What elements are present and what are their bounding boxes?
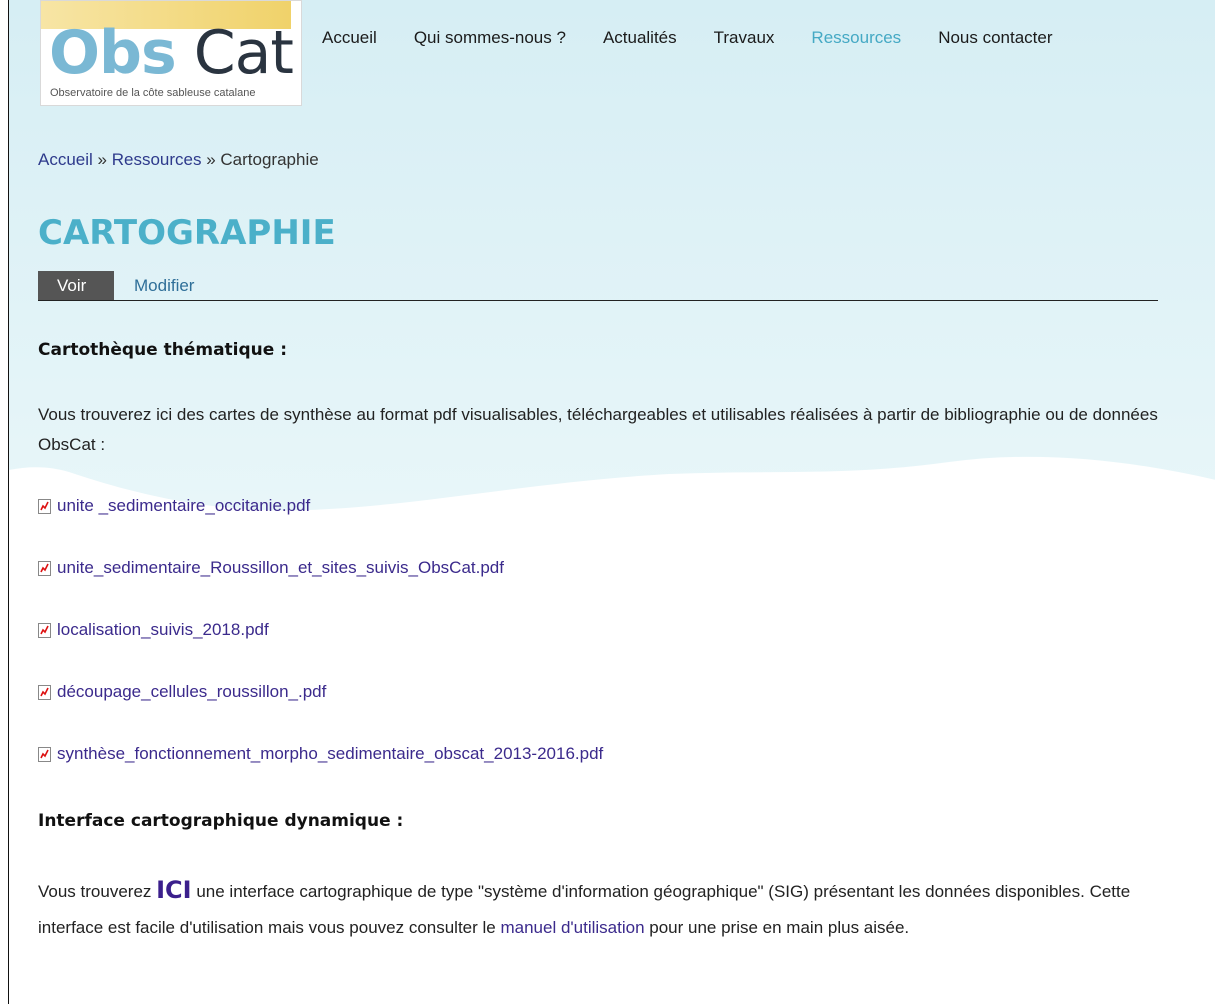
nav-item-accueil[interactable]: Accueil bbox=[322, 28, 377, 48]
logo-title-cat: Cat bbox=[193, 18, 294, 88]
cartotheque-heading: Cartothèque thématique : bbox=[38, 340, 288, 360]
logo-title-obs: Obs bbox=[49, 18, 177, 88]
breadcrumb-home-link[interactable]: Accueil bbox=[38, 150, 93, 169]
interface-heading: Interface cartographique dynamique : bbox=[38, 811, 404, 831]
breadcrumb-current: Cartographie bbox=[220, 150, 319, 169]
file-link[interactable]: localisation_suivis_2018.pdf bbox=[57, 620, 269, 640]
file-link[interactable]: découpage_cellules_roussillon_.pdf bbox=[57, 682, 326, 702]
page-frame: Obs Cat Observatoire de la côte sableuse… bbox=[8, 0, 1215, 1004]
page-title: CARTOGRAPHIE bbox=[38, 213, 336, 253]
interface-text: Vous trouverez bbox=[38, 882, 157, 901]
file-item: synthèse_fonctionnement_morpho_sedimenta… bbox=[38, 744, 603, 764]
nav-item-ressources[interactable]: Ressources bbox=[811, 28, 901, 48]
cartotheque-intro: Vous trouverez ici des cartes de synthès… bbox=[38, 405, 1158, 454]
pdf-file-icon bbox=[38, 684, 51, 700]
breadcrumb-separator: » bbox=[201, 150, 221, 169]
file-item: unite _sedimentaire_occitanie.pdf bbox=[38, 496, 310, 516]
file-link[interactable]: synthèse_fonctionnement_morpho_sedimenta… bbox=[57, 744, 603, 764]
interface-text: pour une prise en main plus aisée. bbox=[644, 918, 910, 937]
file-link[interactable]: unite_sedimentaire_Roussillon_et_sites_s… bbox=[57, 558, 504, 578]
nav-item-actualites[interactable]: Actualités bbox=[603, 28, 677, 48]
local-tabs: Voir Modifier bbox=[38, 271, 1158, 301]
file-link[interactable]: unite _sedimentaire_occitanie.pdf bbox=[57, 496, 310, 516]
file-item: localisation_suivis_2018.pdf bbox=[38, 620, 269, 640]
nav-item-travaux[interactable]: Travaux bbox=[714, 28, 775, 48]
file-item: unite_sedimentaire_Roussillon_et_sites_s… bbox=[38, 558, 504, 578]
tab-voir[interactable]: Voir bbox=[38, 271, 114, 300]
tab-modifier[interactable]: Modifier bbox=[134, 271, 194, 300]
interface-paragraph: Vous trouverez ICI une interface cartogr… bbox=[38, 872, 1158, 946]
pdf-file-icon bbox=[38, 622, 51, 638]
page-content: Obs Cat Observatoire de la côte sableuse… bbox=[9, 0, 1215, 1004]
pdf-file-icon bbox=[38, 498, 51, 514]
site-logo[interactable]: Obs Cat Observatoire de la côte sableuse… bbox=[40, 0, 302, 106]
ici-link[interactable]: ICI bbox=[156, 876, 191, 904]
pdf-file-icon bbox=[38, 746, 51, 762]
logo-subtitle: Observatoire de la côte sableuse catalan… bbox=[50, 87, 256, 99]
manual-link[interactable]: manuel d'utilisation bbox=[500, 918, 644, 937]
file-item: découpage_cellules_roussillon_.pdf bbox=[38, 682, 326, 702]
breadcrumb: Accueil » Ressources » Cartographie bbox=[38, 150, 319, 170]
logo-title: Obs Cat bbox=[49, 18, 294, 88]
main-nav: Accueil Qui sommes-nous ? Actualités Tra… bbox=[322, 28, 1090, 48]
breadcrumb-ressources-link[interactable]: Ressources bbox=[112, 150, 202, 169]
nav-item-qui-sommes-nous[interactable]: Qui sommes-nous ? bbox=[414, 28, 566, 48]
pdf-file-icon bbox=[38, 560, 51, 576]
breadcrumb-separator: » bbox=[92, 150, 112, 169]
nav-item-nous-contacter[interactable]: Nous contacter bbox=[938, 28, 1052, 48]
